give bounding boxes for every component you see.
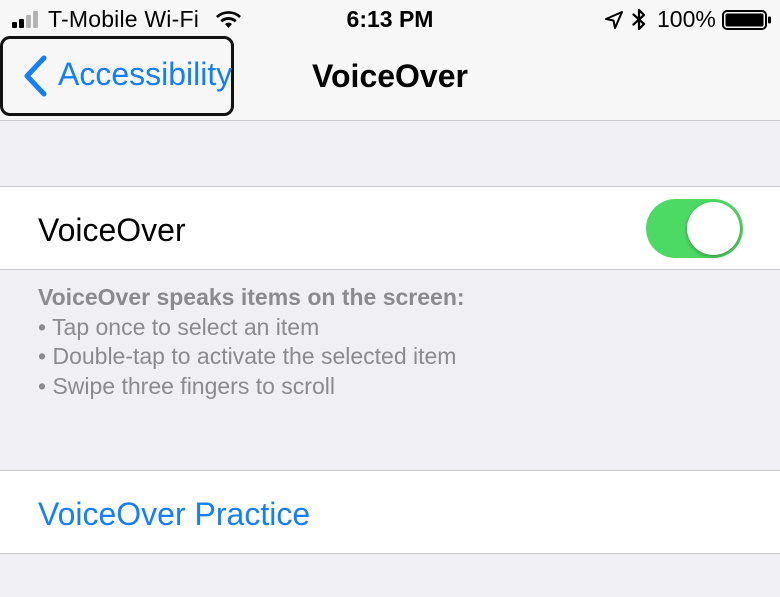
navigation-bar: Accessibility VoiceOver [0,36,780,121]
list-item: • Tap once to select an item [38,313,320,340]
page-title: VoiceOver [312,58,468,94]
toggle-knob [687,202,740,255]
list-item: • Double-tap to activate the selected it… [38,343,457,369]
voiceover-toggle[interactable] [646,199,743,258]
list-item-text: Double-tap to activate the selected item [52,343,457,369]
list-item-text: Swipe three fingers to scroll [52,372,335,399]
battery-icon [722,10,771,30]
voiceover-setting-row: VoiceOver [0,186,780,270]
bluetooth-icon [632,8,646,31]
screen: T-Mobile Wi-Fi 6:13 PM 100% Accessibilit… [0,0,780,597]
voiceover-description: VoiceOver speaks items on the screen: • … [38,283,758,401]
list-item-text: Tap once to select an item [52,313,320,340]
voiceover-practice-button[interactable]: VoiceOver Practice [0,470,780,554]
voiceover-practice-label: VoiceOver Practice [38,496,311,532]
status-bar: T-Mobile Wi-Fi 6:13 PM 100% [0,0,780,40]
list-item: • Swipe three fingers to scroll [38,372,335,399]
battery-percent: 100% [657,6,716,32]
description-heading: VoiceOver speaks items on the screen: [38,284,465,310]
location-icon [605,11,623,29]
voiceover-row-label: VoiceOver [38,212,186,248]
